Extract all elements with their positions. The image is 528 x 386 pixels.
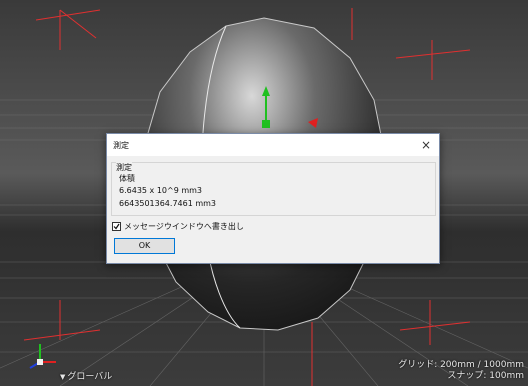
grid-snap-info: グリッド: 200mm / 1000mm スナップ: 100mm [398,360,524,382]
dialog-title: 測定 [113,141,129,150]
volume-value-scientific: 6.6435 x 10^9 mm3 [119,186,203,195]
volume-value-full: 6643501364.7461 mm3 [119,199,217,208]
snap-info-text: スナップ: 100mm [447,371,524,381]
coordinate-mode-selector[interactable]: ▼ グローバル [60,372,112,383]
groupbox-label: 測定 [116,162,132,173]
measure-groupbox: 測定 体積 6.6435 x 10^9 mm3 6643501364.7461 … [111,162,436,216]
export-checkbox-label: メッセージウインドウへ書き出し [124,221,244,231]
triangle-down-icon: ▼ [60,373,66,381]
export-checkbox[interactable] [112,221,121,231]
close-icon[interactable]: × [413,134,439,156]
export-checkbox-row[interactable]: メッセージウインドウへ書き出し [112,220,244,232]
3d-viewport[interactable]: グリッド: 200mm / 1000mm スナップ: 100mm ▼ グローバル … [0,0,528,386]
checkmark-icon [113,223,120,229]
coord-mode-label: グローバル [67,372,113,382]
dialog-titlebar[interactable]: 測定 × [107,134,439,156]
measure-type: 体積 [119,174,135,183]
ok-button[interactable]: OK [114,238,175,254]
grid-info-text: グリッド: 200mm / 1000mm [398,360,524,370]
measure-dialog: 測定 × 測定 体積 6.6435 x 10^9 mm3 6643501364.… [106,133,440,264]
